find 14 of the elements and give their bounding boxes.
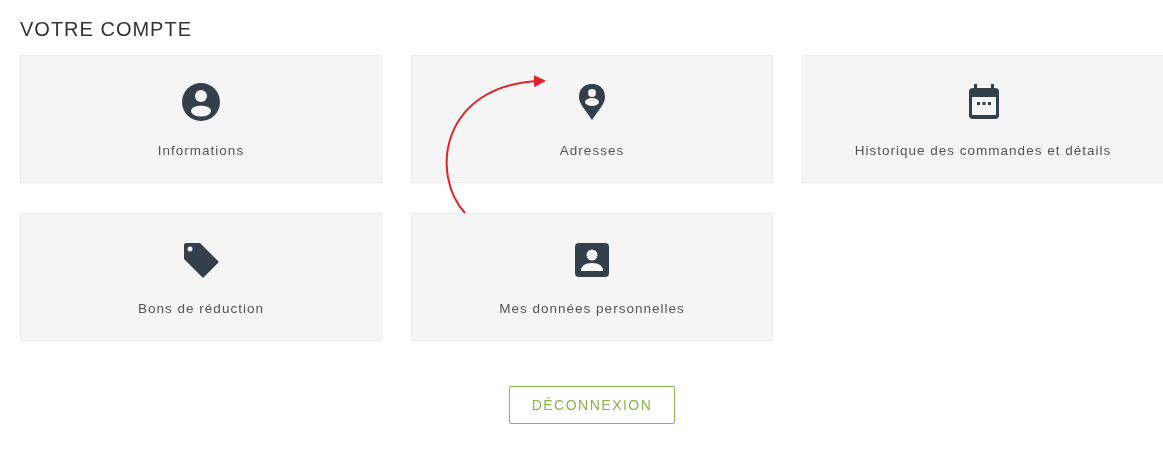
account-card[interactable]: Mes données personnelles — [411, 213, 773, 341]
account-card[interactable]: Bons de réduction — [20, 213, 382, 341]
page-title: VOTRE COMPTE — [20, 18, 193, 41]
card-label: Adresses — [559, 143, 625, 158]
card-label: Informations — [157, 143, 245, 158]
account-card[interactable]: Informations — [20, 55, 382, 183]
card-label: Mes données personnelles — [499, 301, 685, 316]
contact-card-icon — [572, 240, 612, 280]
tag-icon — [181, 240, 221, 280]
user-circle-icon — [181, 82, 221, 122]
account-card[interactable]: Historique des commandes et détails — [802, 55, 1163, 183]
card-label: Bons de réduction — [138, 301, 264, 316]
account-card[interactable]: Adresses — [411, 55, 773, 183]
card-label: Historique des commandes et détails — [854, 143, 1112, 158]
